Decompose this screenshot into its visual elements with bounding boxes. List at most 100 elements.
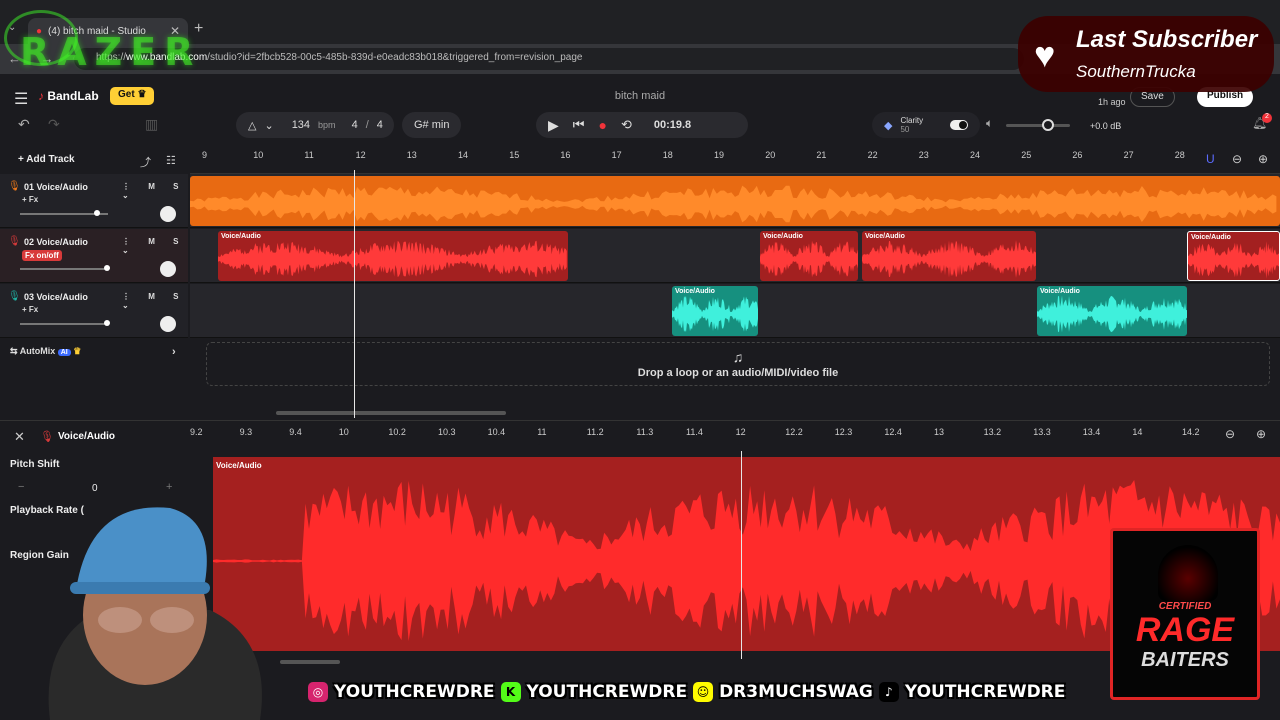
audio-clip[interactable]: Voice/Audio [1037, 286, 1187, 336]
bar-number: 17 [611, 150, 622, 160]
heart-icon: ♥ [1034, 34, 1056, 75]
mute-solo-buttons[interactable]: ⋮ M S ⌄ [122, 237, 188, 255]
editor-tick: 13.3 [1033, 427, 1051, 437]
bar-number: 13 [406, 150, 417, 160]
bar-number: 23 [918, 150, 929, 160]
ai-badge: AI [57, 349, 71, 356]
pan-knob[interactable] [160, 206, 176, 222]
instruments-icon[interactable]: ▥ [145, 116, 158, 133]
key-value[interactable]: G# min [414, 119, 449, 131]
audio-clip-selected[interactable]: Voice/Audio [1187, 231, 1280, 281]
waveform [760, 240, 858, 278]
bar-number: 22 [867, 150, 878, 160]
key-selector[interactable]: G# min [402, 112, 462, 138]
clarity-icon: ◆ [884, 119, 893, 132]
bar-number: 9 [202, 150, 208, 160]
horizontal-scrollbar[interactable] [276, 411, 506, 415]
track-header-3[interactable]: 🎙︎ 03 Voice/Audio ⋮ M S ⌄ + Fx [0, 284, 188, 338]
bar-number: 28 [1174, 150, 1185, 160]
loop-icon[interactable]: ⟲ [621, 117, 632, 133]
track-volume-handle[interactable] [104, 265, 110, 271]
social-handle: YOUTHCREWDRE [526, 682, 688, 702]
add-track-label: Add Track [26, 154, 75, 165]
chevron-down-icon[interactable]: ⌄ [264, 119, 273, 132]
pan-knob[interactable] [160, 316, 176, 332]
clarity-label: Clarity [900, 116, 924, 125]
time-sig-den[interactable]: 4 [377, 119, 383, 131]
time-sig-slash: / [365, 119, 369, 131]
skip-back-icon[interactable]: ⏮ [573, 117, 585, 133]
fx-button[interactable]: + Fx [22, 305, 38, 314]
bar-number: 25 [1021, 150, 1032, 160]
zoom-out-icon[interactable]: ⊖ [1225, 427, 1235, 441]
bar-number: 27 [1123, 150, 1134, 160]
redo-icon[interactable]: ↷ [48, 116, 60, 133]
automation-icon[interactable]: ⤴ [140, 154, 151, 170]
editor-playhead[interactable] [741, 451, 742, 659]
editor-tick: 11.3 [636, 427, 654, 437]
clarity-group: Clarity 50 [900, 116, 923, 134]
waveform [1037, 295, 1187, 333]
audio-clip[interactable]: Voice/Audio [672, 286, 758, 336]
mic-icon: 🎙︎ [8, 181, 21, 192]
track-name[interactable]: 01 Voice/Audio [24, 182, 88, 192]
speaker-icon[interactable]: 🔈︎ [986, 116, 993, 131]
fx-button[interactable]: + Fx [22, 195, 38, 204]
metronome-icon[interactable]: △ [248, 119, 256, 132]
audio-clip[interactable]: Voice/Audio [760, 231, 858, 281]
editor-tick: 14.2 [1182, 427, 1200, 437]
add-track-button[interactable]: + Add Track [10, 152, 83, 170]
mixer-icon[interactable]: ☷ [166, 154, 176, 167]
bar-number: 16 [560, 150, 571, 160]
transport-toolbar: ↶ ↷ ▥ △ ⌄ 134 bpm 4 / 4 G# min ▶ ⏮ ● ⟲ 0… [0, 112, 1280, 148]
editor-track-name: Voice/Audio [58, 431, 116, 442]
chevron-right-icon[interactable]: › [172, 346, 176, 358]
editor-tick: 10 [338, 427, 349, 437]
drop-zone[interactable]: ♫ Drop a loop or an audio/MIDI/video fil… [206, 342, 1270, 386]
close-editor-icon[interactable]: ✕ [14, 429, 25, 445]
tempo-value[interactable]: 134 [292, 119, 310, 131]
audio-clip[interactable]: Voice/Audio [862, 231, 1036, 281]
url-input[interactable]: https://www.bandlab.com/studio?id=2fbcb5… [74, 48, 1024, 70]
pan-knob[interactable] [160, 261, 176, 277]
hooded-figure-icon [1158, 545, 1218, 601]
time-sig-num[interactable]: 4 [352, 119, 358, 131]
clarity-control[interactable]: ◆ Clarity 50 [872, 112, 980, 138]
snap-magnet-icon[interactable]: U [1206, 152, 1215, 166]
track-volume-handle[interactable] [94, 210, 100, 216]
undo-icon[interactable]: ↶ [18, 116, 30, 133]
play-icon[interactable]: ▶ [548, 117, 559, 134]
playhead[interactable] [354, 170, 355, 418]
track-volume-handle[interactable] [104, 320, 110, 326]
zoom-in-icon[interactable]: ⊕ [1256, 427, 1266, 441]
tempo-control[interactable]: △ ⌄ 134 bpm 4 / 4 [236, 112, 394, 138]
bar-number: 19 [714, 150, 725, 160]
zoom-in-icon[interactable]: ⊕ [1258, 152, 1268, 166]
audio-clip[interactable]: Voice/Audio [218, 231, 568, 281]
editor-ruler[interactable]: 9.2 9.3 9.4 10 10.2 10.3 10.4 11 11.2 11.3 11.4 12 1… [190, 425, 1220, 445]
track-volume-slider[interactable] [20, 323, 108, 325]
mic-icon: 🎙︎ [40, 431, 54, 443]
master-volume-knob[interactable] [1042, 119, 1054, 131]
zoom-out-icon[interactable]: ⊖ [1232, 152, 1242, 166]
track-header-2[interactable]: 🎙︎ 02 Voice/Audio ⋮ M S ⌄ Fx on/off [0, 229, 188, 283]
master-gain-value: +0.0 dB [1090, 121, 1122, 131]
editor-scrollbar[interactable] [280, 660, 340, 664]
track-volume-slider[interactable] [20, 268, 108, 270]
clarity-toggle[interactable] [950, 120, 968, 130]
instagram-icon: ◎ [308, 682, 328, 702]
master-volume-slider[interactable] [1006, 124, 1070, 127]
editor-tick: 12.4 [884, 427, 902, 437]
bar-number: 14 [458, 150, 469, 160]
track-header-1[interactable]: 🎙︎ 01 Voice/Audio ⋮ M S ⌄ + Fx [0, 174, 188, 228]
track-name[interactable]: 02 Voice/Audio [24, 237, 88, 247]
bar-number: 20 [765, 150, 776, 160]
record-icon[interactable]: ● [598, 117, 606, 133]
mute-solo-buttons[interactable]: ⋮ M S ⌄ [122, 292, 188, 310]
fx-button[interactable]: Fx on/off [22, 250, 62, 261]
track-name[interactable]: 03 Voice/Audio [24, 292, 88, 302]
automix-row[interactable]: ⇆ AutoMix AI ♛ › [10, 346, 176, 358]
editor-clip-label: Voice/Audio [216, 461, 262, 470]
mute-solo-buttons[interactable]: ⋮ M S ⌄ [122, 182, 188, 200]
bar-number: 21 [816, 150, 827, 160]
